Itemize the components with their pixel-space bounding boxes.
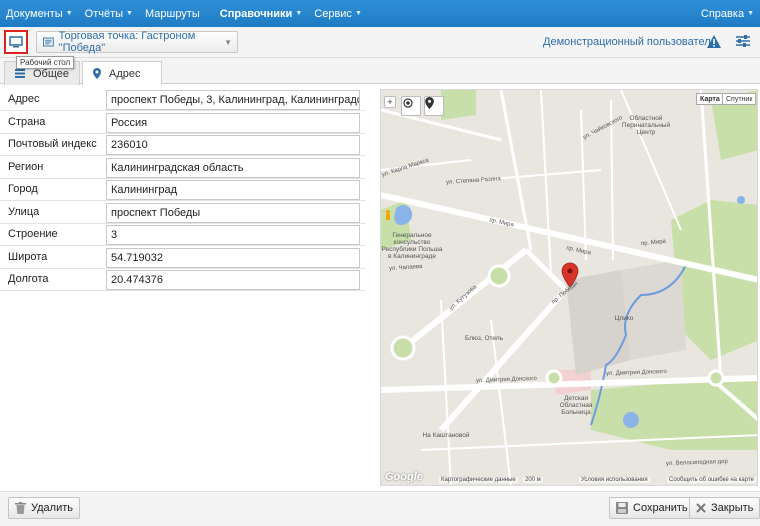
poi-label: На Каштановой	[422, 432, 470, 439]
poi-label: Цлико	[614, 315, 634, 322]
nav-routes[interactable]: Маршруты	[139, 0, 206, 27]
tab-bar: Общее Адрес	[0, 58, 760, 85]
form-row-building: Строение 3	[0, 224, 366, 246]
field-label: Улица	[8, 205, 40, 218]
field-label: Долгота	[8, 273, 49, 285]
delete-button[interactable]: Удалить	[8, 497, 80, 519]
bottom-bar: Удалить Сохранить Закрыть	[0, 491, 760, 526]
map-pin-icon	[93, 68, 101, 79]
pegman-icon[interactable]	[384, 210, 396, 222]
field-label: Строение	[8, 228, 58, 240]
top-nav: Документы ▼ Отчёты ▼ Маршруты Справочники ▼…	[0, 0, 760, 27]
form-row-street: Улица проспект Победы	[0, 202, 366, 224]
latitude-field[interactable]: 54.719032	[106, 247, 360, 268]
tab-label: Адрес	[109, 67, 141, 80]
nav-label: Документы	[6, 7, 63, 20]
map-scale: 200 м	[523, 477, 543, 483]
field-label: Страна	[8, 115, 46, 128]
button-label: Сохранить	[633, 502, 688, 514]
nav-directories[interactable]: Справочники ▼	[214, 0, 309, 27]
button-label: Закрыть	[711, 502, 754, 514]
poi-label: Блюз, Отель	[465, 335, 503, 342]
chevron-down-icon: ▼	[295, 10, 303, 17]
poi-label: Детская Областная Больница	[559, 395, 593, 416]
button-label: Удалить	[31, 502, 73, 514]
region-field[interactable]: Калининградская область	[106, 157, 360, 178]
zoom-in-button[interactable]: +	[384, 96, 396, 108]
chevron-down-icon: ▼	[747, 10, 754, 17]
context-select-label: Торговая точка: Гастроном "Победа"	[58, 30, 196, 54]
context-select[interactable]: Торговая точка: Гастроном "Победа" ▼	[36, 30, 238, 54]
toolbar: Торговая точка: Гастроном "Победа" ▼ Дем…	[0, 27, 760, 58]
nav-label: Справочники	[219, 7, 293, 20]
chevron-down-icon: ▼	[354, 10, 362, 17]
field-label: Город	[8, 183, 38, 195]
map-terms-link[interactable]: Условия использования	[579, 477, 650, 483]
form-row-region: Регион Калининградская область	[0, 157, 366, 179]
map-report-link[interactable]: Сообщить об ошибке на карте	[667, 477, 756, 483]
form-row-city: Город Калининград	[0, 179, 366, 201]
chevron-down-icon: ▼	[126, 10, 133, 17]
place-pin-button[interactable]	[424, 96, 444, 116]
nav-reports[interactable]: Отчёты ▼	[79, 0, 139, 27]
field-label: Широта	[8, 250, 48, 263]
nav-service[interactable]: Сервис ▼	[308, 0, 368, 27]
settings-sliders-icon[interactable]	[735, 33, 751, 52]
list-icon	[15, 69, 25, 78]
desktop-tooltip: Рабочий стол	[16, 56, 75, 69]
close-icon	[696, 503, 706, 513]
nav-documents[interactable]: Документы ▼	[0, 0, 79, 27]
warning-icon[interactable]	[706, 34, 722, 52]
document-icon	[43, 37, 54, 47]
country-field[interactable]: Россия	[106, 112, 360, 133]
nav-label: Сервис	[314, 7, 352, 20]
longitude-field[interactable]: 20.474376	[106, 270, 360, 290]
tab-label: Общее	[32, 67, 69, 80]
chevron-down-icon: ▼	[65, 10, 73, 17]
form-row-country: Страна Россия	[0, 112, 366, 134]
field-label: Адрес	[8, 93, 40, 105]
nav-label: Маршруты	[144, 7, 200, 20]
monitor-icon	[9, 36, 23, 48]
poi-label: Областной Перинатальный Центр	[621, 115, 671, 136]
save-button[interactable]: Сохранить	[609, 497, 695, 519]
nav-label: Отчёты	[84, 7, 124, 20]
map-type-map[interactable]: Карта	[696, 93, 724, 105]
map-type-satellite[interactable]: Спутник	[722, 93, 757, 105]
tab-address[interactable]: Адрес	[82, 61, 162, 85]
poi-label: Генеральное консульство Республики Польш…	[381, 232, 443, 260]
desktop-button[interactable]	[4, 30, 28, 54]
floppy-disk-icon	[616, 502, 628, 514]
map-view[interactable]: пр. Мира пр. Мира пр. Мира ул. Кутузова …	[380, 89, 758, 486]
form-row-latitude: Широта 54.719032	[0, 247, 366, 269]
map-pin-icon	[425, 97, 434, 109]
close-button[interactable]: Закрыть	[689, 497, 760, 519]
nav-help[interactable]: Справка ▼	[695, 0, 760, 27]
crosshair-icon	[403, 98, 413, 108]
form-row-longitude: Долгота 20.474376	[0, 269, 366, 291]
postcode-field[interactable]: 236010	[106, 135, 360, 155]
field-label: Регион	[8, 160, 44, 173]
google-logo: Google	[385, 471, 423, 483]
map-attribution: Картографические данные	[439, 477, 518, 483]
field-label: Почтовый индекс	[8, 138, 97, 150]
street-field[interactable]: проспект Победы	[106, 202, 360, 223]
building-field[interactable]: 3	[106, 225, 360, 245]
nav-label: Справка	[700, 7, 745, 20]
trash-icon	[15, 502, 26, 514]
user-link[interactable]: Демонстрационный пользователь	[543, 36, 716, 48]
form-row-address: Адрес проспект Победы, 3, Калининград, К…	[0, 89, 366, 111]
city-field[interactable]: Калининград	[106, 180, 360, 200]
address-field[interactable]: проспект Победы, 3, Калининград, Калинин…	[106, 90, 360, 110]
my-location-button[interactable]	[401, 96, 421, 116]
form-row-postcode: Почтовый индекс 236010	[0, 134, 366, 156]
chevron-down-icon: ▼	[224, 37, 232, 47]
